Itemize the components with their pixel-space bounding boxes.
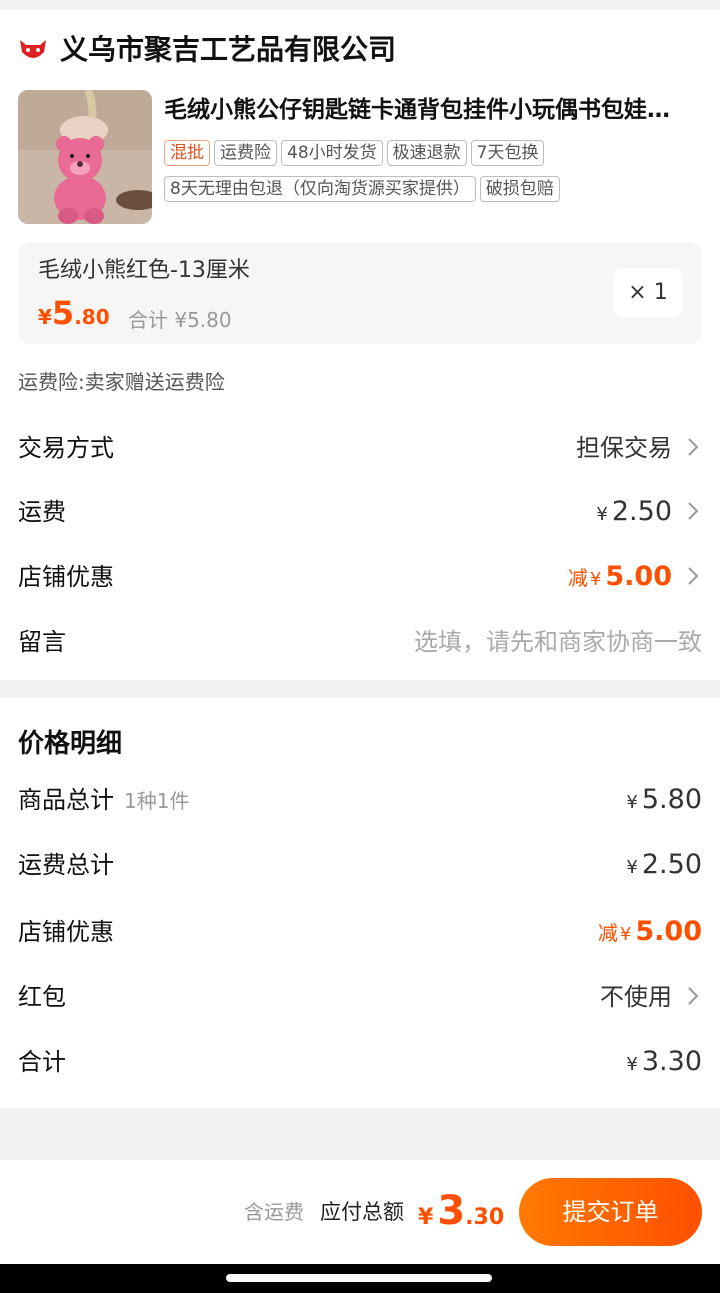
includes-shipping-label: 含运费: [244, 1200, 304, 1224]
detail-discount-value: 减 ¥5.00: [598, 900, 702, 967]
tmall-cat-icon: [20, 40, 46, 58]
trade-method-label: 交易方式: [18, 434, 114, 462]
currency-symbol: ¥: [626, 857, 638, 878]
chevron-right-icon: [688, 502, 699, 520]
amount-due-label: 应付总额: [320, 1200, 404, 1224]
price-integer: 5: [51, 294, 75, 332]
detail-discount-label: 店铺优惠: [18, 918, 114, 946]
tag-fast-refund: 极速退款: [386, 140, 467, 166]
sku-name[interactable]: 毛绒小熊红色-13厘米: [38, 256, 250, 286]
shipping-total-row: 运费总计 ¥2.50: [0, 833, 720, 897]
goods-count: 1种1件: [124, 789, 190, 813]
currency-symbol: ¥: [38, 305, 52, 329]
tag-mixed-wholesale: 混批: [164, 140, 210, 166]
price-detail-title: 价格明细: [18, 729, 123, 759]
shop-discount-value: 减 ¥5.00: [568, 545, 672, 612]
goods-total-label: 商品总计 1种1件: [18, 768, 189, 833]
currency-symbol: ¥: [626, 792, 638, 813]
red-packet-label: 红包: [18, 983, 66, 1011]
product-title[interactable]: 毛绒小熊公仔钥匙链卡通背包挂件小玩偶书包娃…: [164, 94, 694, 126]
shop-discount-label: 店铺优惠: [18, 563, 114, 591]
order-total-label: 合计: [18, 1048, 66, 1076]
reduce-prefix: 减: [597, 921, 618, 945]
shipping-fee-row[interactable]: 运费 ¥2.50: [0, 480, 720, 544]
submit-order-button[interactable]: 提交订单: [519, 1178, 702, 1246]
goods-total-value: ¥5.80: [626, 768, 702, 835]
price-decimal: .80: [74, 305, 110, 329]
shipping-total-value: ¥2.50: [626, 833, 702, 900]
chevron-right-icon: [688, 567, 699, 585]
checkout-bar: 含运费 应付总额 ¥3.30 提交订单: [0, 1160, 720, 1264]
reduce-prefix: 减: [567, 566, 588, 590]
sku-box: 毛绒小熊红色-13厘米 ¥5.80 合计 ¥5.80 × 1: [18, 242, 702, 344]
amount-due-integer: 3: [437, 1188, 466, 1234]
chevron-right-icon: [688, 438, 699, 456]
amount-due-decimal: .30: [465, 1205, 505, 1230]
tag-7day-exchange: 7天包换: [470, 140, 545, 166]
detail-discount-row: 店铺优惠 减 ¥5.00: [0, 900, 720, 964]
insurance-note: 运费险:卖家赠送运费险: [18, 370, 225, 394]
sku-price: ¥5.80: [38, 294, 110, 332]
shop-discount-row[interactable]: 店铺优惠 减 ¥5.00: [0, 545, 720, 609]
currency-symbol: ¥: [619, 924, 632, 945]
red-packet-row[interactable]: 红包 不使用: [0, 965, 720, 1029]
amount-due: ¥3.30: [418, 1186, 504, 1244]
product-thumbnail[interactable]: [18, 90, 152, 224]
chevron-right-icon: [688, 987, 699, 1005]
currency-symbol: ¥: [596, 504, 608, 525]
currency-symbol: ¥: [626, 1054, 638, 1075]
home-indicator[interactable]: [226, 1274, 492, 1282]
tag-8day-return: 8天无理由包退（仅向淘货源买家提供）: [164, 176, 476, 202]
message-label: 留言: [18, 628, 66, 656]
service-tags: 混批 运费险 48小时发货 极速退款 7天包换 8天无理由包退（仅向淘货源买家提供） 破损包…: [164, 140, 704, 212]
currency-symbol: ¥: [589, 569, 602, 590]
goods-total-row: 商品总计 1种1件 ¥5.80: [0, 768, 720, 832]
tag-shipping-insurance: 运费险: [214, 140, 277, 166]
tag-48h-ship: 48小时发货: [281, 140, 383, 166]
shipping-fee-label: 运费: [18, 498, 66, 526]
order-total-row: 合计 ¥3.30: [0, 1030, 720, 1094]
currency-symbol: ¥: [418, 1205, 434, 1230]
message-row[interactable]: 留言 选填，请先和商家协商一致: [0, 610, 720, 674]
trade-method-value: 担保交易: [576, 434, 672, 462]
message-input[interactable]: 选填，请先和商家协商一致: [414, 610, 702, 674]
shop-name[interactable]: 义乌市聚吉工艺品有限公司: [60, 32, 396, 68]
shipping-total-label: 运费总计: [18, 851, 114, 879]
system-nav-bar: [0, 1264, 720, 1293]
goods-total-text: 商品总计: [18, 786, 114, 814]
shipping-fee-value: ¥2.50: [596, 480, 672, 547]
trade-method-row[interactable]: 交易方式 担保交易: [0, 416, 720, 480]
shop-discount-amount: 5.00: [605, 561, 672, 592]
red-packet-value: 不使用: [600, 983, 672, 1011]
goods-total-amount: 5.80: [641, 784, 702, 815]
price-detail-card: 价格明细 商品总计 1种1件 ¥5.80 运费总计 ¥2.50 店铺优惠 减 ¥5.…: [0, 698, 720, 1108]
detail-discount-amount: 5.00: [635, 916, 702, 947]
order-total-amount: 3.30: [641, 1046, 702, 1077]
shipping-total-amount: 2.50: [641, 849, 702, 880]
order-card: 义乌市聚吉工艺品有限公司 毛绒小熊公仔钥匙链卡通背包挂件小玩偶书包娃… 混批 运费…: [0, 10, 720, 680]
tag-damage-compensation: 破损包赔: [479, 176, 560, 202]
quantity-stepper[interactable]: × 1: [614, 268, 682, 318]
sku-subtotal: 合计 ¥5.80: [128, 308, 232, 332]
order-total-value: ¥3.30: [626, 1030, 702, 1097]
shipping-fee-amount: 2.50: [611, 496, 672, 527]
